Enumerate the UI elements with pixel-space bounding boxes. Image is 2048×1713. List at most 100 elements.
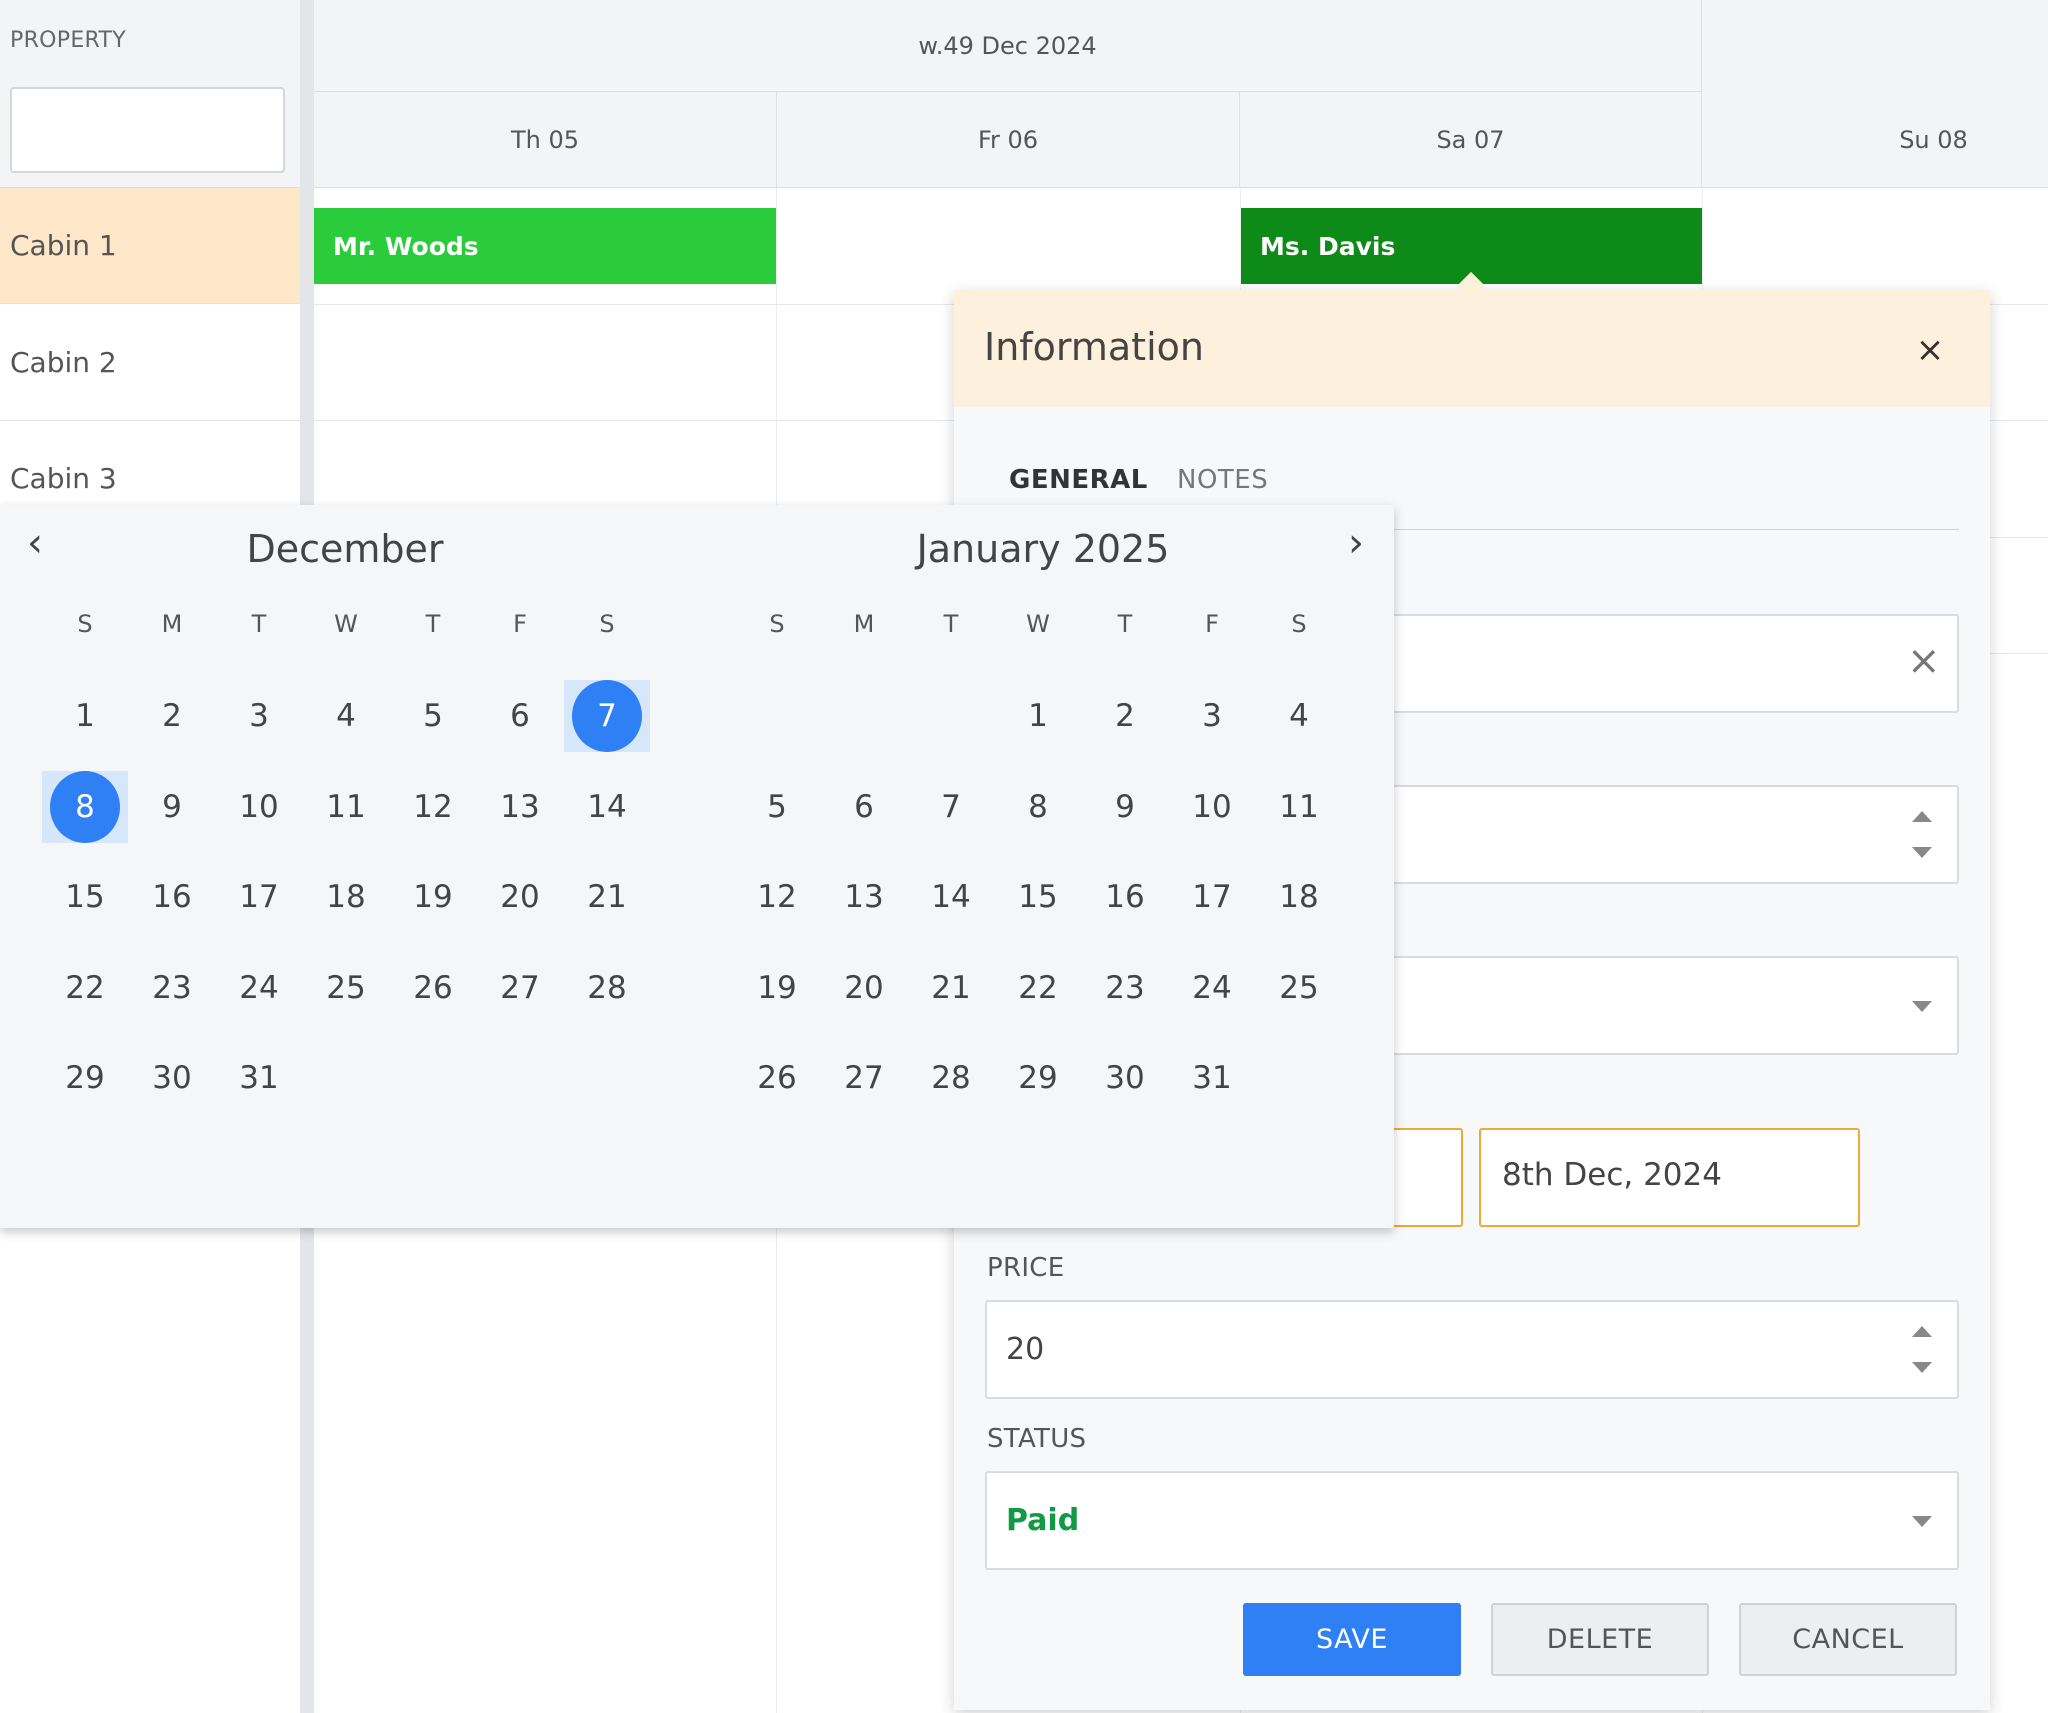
calendar-day[interactable]: 5	[742, 772, 812, 842]
spin-down-icon[interactable]	[1912, 847, 1932, 858]
calendar-day[interactable]: 29	[1003, 1043, 1073, 1113]
day-header-th05: Th 05	[314, 92, 777, 188]
calendar-day[interactable]: 9	[137, 772, 207, 842]
calendar-day[interactable]: 20	[485, 862, 555, 932]
calendar-day[interactable]: 2	[1090, 681, 1160, 751]
chevron-down-icon[interactable]	[1912, 1001, 1932, 1012]
day-header-su08: Su 08	[1899, 126, 1968, 154]
calendar-day[interactable]: 24	[224, 953, 294, 1023]
calendar-day[interactable]: 19	[742, 953, 812, 1023]
calendar-day[interactable]: 8	[50, 770, 120, 843]
row-cabin-2[interactable]: Cabin 2	[0, 305, 300, 421]
price-input[interactable]	[985, 1300, 1959, 1399]
status-label: STATUS	[987, 1424, 1087, 1454]
cancel-button[interactable]: CANCEL	[1739, 1603, 1957, 1676]
weekday-header: M	[161, 610, 183, 638]
calendar-day[interactable]: 23	[137, 953, 207, 1023]
calendar-day[interactable]: 22	[1003, 953, 1073, 1023]
row-cabin-1[interactable]: Cabin 1	[0, 188, 300, 304]
month-title-december: December	[246, 527, 444, 571]
calendar-day[interactable]: 20	[829, 953, 899, 1023]
tab-general[interactable]: GENERAL	[1009, 465, 1148, 495]
calendar-day[interactable]: 12	[742, 862, 812, 932]
calendar-day[interactable]: 22	[50, 953, 120, 1023]
calendar-day[interactable]: 8	[1003, 772, 1073, 842]
calendar-day[interactable]: 4	[311, 681, 381, 751]
calendar-day[interactable]: 14	[916, 862, 986, 932]
calendar-day[interactable]: 19	[398, 862, 468, 932]
calendar-day[interactable]: 28	[572, 953, 642, 1023]
calendar-day[interactable]: 26	[398, 953, 468, 1023]
calendar-day[interactable]: 27	[485, 953, 555, 1023]
calendar-day[interactable]: 18	[1264, 862, 1334, 932]
spin-down-icon[interactable]	[1912, 1362, 1932, 1373]
property-filter-input[interactable]	[10, 87, 285, 173]
calendar-day[interactable]: 11	[1264, 772, 1334, 842]
calendar-day[interactable]: 17	[224, 862, 294, 932]
calendar-day[interactable]: 27	[829, 1043, 899, 1113]
calendar-day[interactable]: 31	[224, 1043, 294, 1113]
calendar-day[interactable]: 31	[1177, 1043, 1247, 1113]
month-title-january: January 2025	[916, 527, 1170, 571]
calendar-day[interactable]: 18	[311, 862, 381, 932]
chevron-down-icon[interactable]	[1912, 1516, 1932, 1527]
calendar-day[interactable]: 4	[1264, 681, 1334, 751]
property-header-label: PROPERTY	[10, 28, 126, 53]
calendar-day[interactable]: 2	[137, 681, 207, 751]
save-button[interactable]: SAVE	[1243, 1603, 1461, 1676]
calendar-day[interactable]: 16	[137, 862, 207, 932]
calendar-day[interactable]: 25	[1264, 953, 1334, 1023]
weekday-header: T	[1117, 610, 1133, 638]
calendar-day[interactable]: 10	[1177, 772, 1247, 842]
calendar-day[interactable]: 10	[224, 772, 294, 842]
calendar-day[interactable]: 3	[224, 681, 294, 751]
close-icon[interactable]: ×	[1910, 330, 1950, 370]
calendar-day[interactable]: 13	[829, 862, 899, 932]
calendar-day[interactable]: 29	[50, 1043, 120, 1113]
spin-up-icon[interactable]	[1912, 1326, 1932, 1337]
calendar-day[interactable]: 6	[829, 772, 899, 842]
calendar-day[interactable]: 5	[398, 681, 468, 751]
event-mr-woods[interactable]: Mr. Woods	[314, 208, 776, 284]
calendar-day[interactable]: 23	[1090, 953, 1160, 1023]
calendar-day[interactable]: 30	[1090, 1043, 1160, 1113]
price-value: 20	[1006, 1332, 1045, 1367]
calendar-day[interactable]: 11	[311, 772, 381, 842]
calendar-day[interactable]: 9	[1090, 772, 1160, 842]
day-header-sa07: Sa 07	[1240, 92, 1702, 188]
weekday-header: F	[513, 610, 527, 638]
calendar-day[interactable]: 15	[1003, 862, 1073, 932]
calendar-day[interactable]: 7	[916, 772, 986, 842]
calendar-day[interactable]: 26	[742, 1043, 812, 1113]
status-select[interactable]	[985, 1471, 1959, 1570]
calendar-day[interactable]: 14	[572, 772, 642, 842]
calendar-day[interactable]: 3	[1177, 681, 1247, 751]
chevron-right-icon[interactable]: ›	[1336, 520, 1376, 566]
calendar-day[interactable]: 30	[137, 1043, 207, 1113]
week-label: w.49 Dec 2024	[314, 0, 1702, 92]
calendar-day[interactable]: 7	[572, 680, 642, 752]
calendar-day[interactable]: 17	[1177, 862, 1247, 932]
spin-up-icon[interactable]	[1912, 811, 1932, 822]
weekday-header: S	[1291, 610, 1307, 638]
calendar-day[interactable]: 13	[485, 772, 555, 842]
calendar-day[interactable]: 6	[485, 681, 555, 751]
calendar-day[interactable]: 1	[50, 681, 120, 751]
clear-icon[interactable]: ×	[1907, 638, 1941, 684]
calendar-day[interactable]: 24	[1177, 953, 1247, 1023]
chevron-left-icon[interactable]: ‹	[15, 520, 55, 566]
calendar-day[interactable]: 21	[916, 953, 986, 1023]
calendar-day[interactable]: 15	[50, 862, 120, 932]
weekday-header: W	[334, 610, 358, 638]
calendar-day[interactable]: 16	[1090, 862, 1160, 932]
weekday-header: F	[1205, 610, 1219, 638]
calendar-day[interactable]: 25	[311, 953, 381, 1023]
tab-notes[interactable]: NOTES	[1177, 465, 1268, 495]
calendar-day[interactable]: 21	[572, 862, 642, 932]
delete-button[interactable]: DELETE	[1491, 1603, 1709, 1676]
calendar-day[interactable]: 12	[398, 772, 468, 842]
calendar-day[interactable]: 1	[1003, 681, 1073, 751]
calendar-day[interactable]: 28	[916, 1043, 986, 1113]
weekday-header: W	[1026, 610, 1050, 638]
status-value: Paid	[1006, 1503, 1080, 1538]
